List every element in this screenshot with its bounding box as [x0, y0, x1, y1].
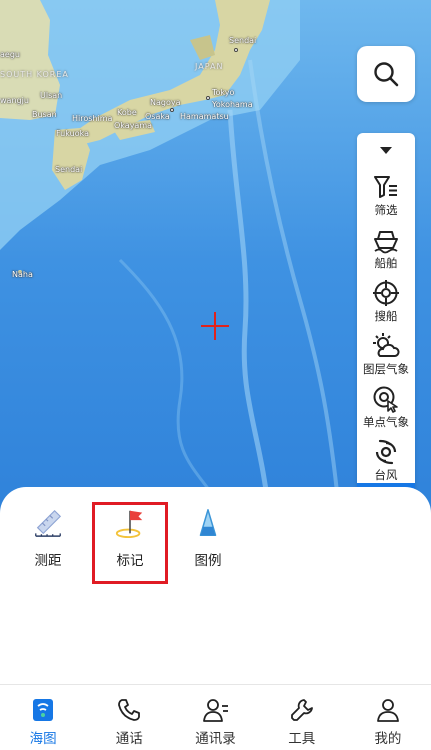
- tab-contacts[interactable]: 通讯录: [172, 685, 258, 750]
- map-label-city: Nagoya: [150, 98, 181, 107]
- map-label-country: JAPAN: [195, 62, 224, 71]
- legend-label: 图例: [194, 553, 222, 569]
- map-label-country: SOUTH KOREA: [0, 70, 69, 79]
- tab-label: 海图: [29, 731, 57, 747]
- tab-label: 工具: [288, 731, 316, 747]
- sea-chart-icon: [33, 699, 54, 721]
- ruler-icon: [35, 509, 62, 537]
- map-label-city: Osaka: [145, 112, 170, 121]
- map-label-city: Fukuoka: [56, 129, 89, 138]
- collapse-tools-button[interactable]: [357, 133, 415, 169]
- tool-search-ship[interactable]: 搜船: [357, 275, 415, 328]
- tab-label: 通话: [115, 731, 143, 747]
- map-label-city: Yokohama: [212, 100, 253, 109]
- filter-icon: [374, 176, 397, 198]
- map-center-crosshair: [201, 312, 229, 340]
- map-label-city: Hiroshima: [72, 114, 113, 123]
- legend-icon: [199, 509, 217, 536]
- tool-label: 台风: [374, 468, 398, 482]
- tab-tools[interactable]: 工具: [259, 685, 345, 750]
- bottom-tab-bar: 海图 通话 通讯录 工具 我的: [0, 684, 431, 750]
- contacts-icon: [202, 699, 228, 722]
- map-label-city: Sendai: [55, 165, 83, 174]
- weather-layer-icon: [373, 333, 400, 357]
- typhoon-icon: [375, 439, 397, 465]
- tool-weather-layer[interactable]: 图层气象: [357, 328, 415, 381]
- wrench-icon: [290, 699, 313, 721]
- measure-distance-button[interactable]: 测距: [18, 507, 78, 569]
- caret-down-icon: [380, 147, 392, 154]
- tab-call[interactable]: 通话: [86, 685, 172, 750]
- tool-label: 单点气象: [363, 415, 409, 429]
- tool-point-weather[interactable]: 单点气象: [357, 381, 415, 434]
- measure-label: 测距: [34, 553, 62, 569]
- tool-bottom-sheet: 测距 标记 图例: [0, 487, 431, 684]
- map-label-city: Okayama: [114, 121, 153, 130]
- map-label-city: Tokyo: [212, 88, 235, 97]
- city-dot: [206, 96, 210, 100]
- map-label-city: Hamamatsu: [180, 112, 229, 121]
- city-dot: [234, 48, 238, 52]
- tool-label: 图层气象: [363, 362, 409, 376]
- tool-typhoon[interactable]: 台风: [357, 434, 415, 487]
- tab-chart[interactable]: 海图: [0, 685, 86, 750]
- tab-label: 通讯录: [195, 731, 236, 747]
- tab-me[interactable]: 我的: [345, 685, 431, 750]
- map-label-city: aegu: [0, 50, 20, 59]
- search-button[interactable]: [357, 46, 415, 102]
- map-label-city: Sendai: [229, 36, 257, 45]
- point-weather-icon: [373, 386, 398, 413]
- legend-button[interactable]: 图例: [178, 507, 238, 569]
- map-label-city: wangju: [0, 96, 29, 105]
- search-icon: [374, 62, 399, 87]
- mark-selection-highlight: [92, 502, 168, 584]
- tool-label: 搜船: [374, 309, 398, 323]
- user-icon: [377, 699, 399, 722]
- map-tool-panel: 筛选 船舶 搜船 图层气象 单点气象 台风: [357, 133, 415, 505]
- map-label-city: Naha: [12, 270, 33, 279]
- ship-icon: [374, 231, 398, 254]
- tab-label: 我的: [374, 731, 402, 747]
- target-icon: [373, 280, 399, 306]
- map-label-city: Kobe: [117, 108, 137, 117]
- map-label-city: Ulsan: [40, 91, 63, 100]
- tool-label: 筛选: [374, 203, 398, 217]
- tool-label: 船舶: [374, 256, 398, 270]
- tool-ship[interactable]: 船舶: [357, 222, 415, 275]
- map-label-city: Busan: [32, 110, 57, 119]
- city-dot: [170, 108, 174, 112]
- phone-icon: [118, 699, 141, 721]
- tool-filter[interactable]: 筛选: [357, 169, 415, 222]
